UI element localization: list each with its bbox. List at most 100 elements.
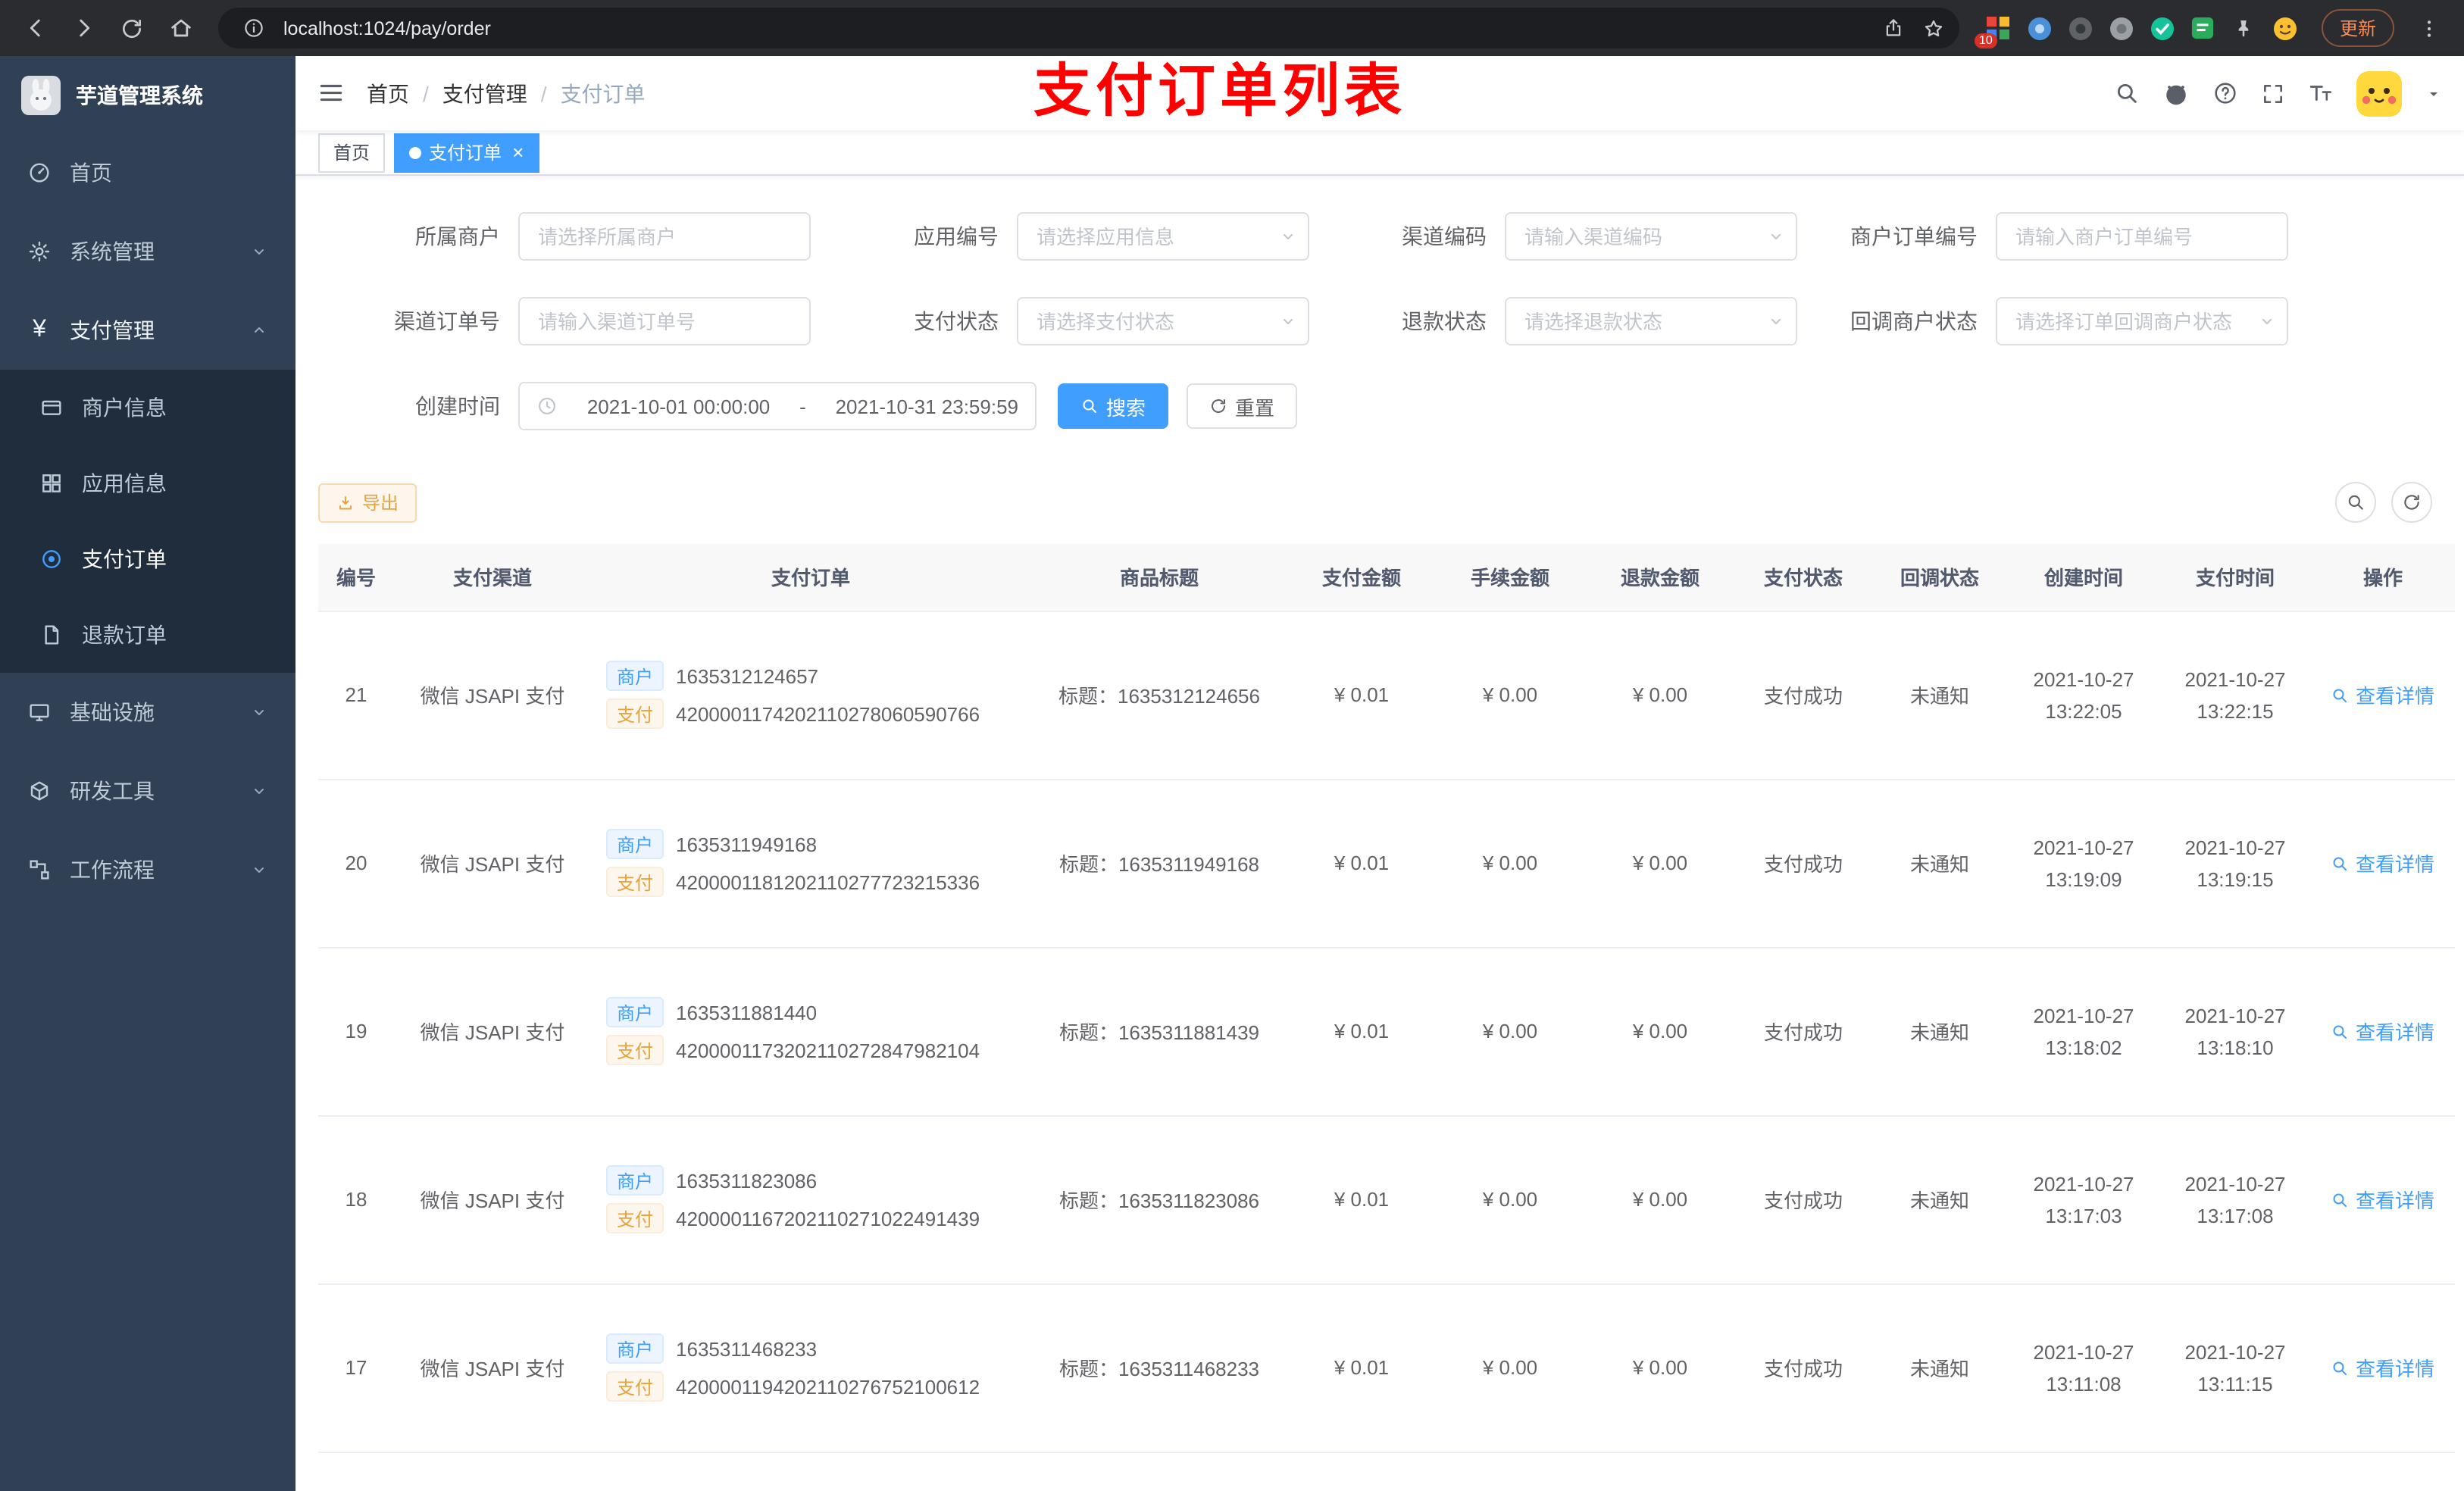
date-end[interactable]: 2021-10-31 23:59:59 xyxy=(836,395,1018,417)
date-start[interactable]: 2021-10-01 00:00:00 xyxy=(587,395,770,417)
filter-label-create-time: 创建时间 xyxy=(415,394,500,418)
sidebar-item-app-info[interactable]: 应用信息 xyxy=(0,445,295,521)
site-info-icon[interactable] xyxy=(233,11,273,45)
app-select[interactable] xyxy=(1017,212,1309,261)
merchant-select[interactable] xyxy=(518,212,811,261)
extension-pin-icon[interactable] xyxy=(2231,14,2258,42)
tab-active-dot xyxy=(409,146,422,158)
cell-amount: ¥ 0.01 xyxy=(1288,779,1435,948)
sidebar-item-merchant-info[interactable]: 商户信息 xyxy=(0,370,295,445)
extension-drop-icon[interactable] xyxy=(2026,14,2053,42)
cell-amount xyxy=(1288,1452,1435,1491)
chevron-down-icon xyxy=(250,242,268,261)
search-button[interactable]: 搜索 xyxy=(1058,383,1169,429)
github-icon[interactable] xyxy=(2162,80,2190,107)
hamburger-icon[interactable] xyxy=(317,79,346,108)
sidebar-item-devtool[interactable]: 研发工具 xyxy=(0,752,295,830)
table-row: 18 微信 JSAPI 支付 商户 1635311823086 支付 4200001… xyxy=(318,1115,2455,1284)
pay-status-select[interactable] xyxy=(1017,297,1309,345)
merchant-tag: 商户 xyxy=(606,1165,664,1196)
cell-refund: ¥ 0.00 xyxy=(1585,779,1735,948)
cell-created: 2021-10-27 13:17:03 xyxy=(2008,1115,2159,1284)
extension-check-circle-icon[interactable] xyxy=(2149,14,2176,42)
sidebar-item-home[interactable]: 首页 xyxy=(0,133,295,212)
refund-status-select[interactable] xyxy=(1505,297,1797,345)
chevron-up-icon xyxy=(250,321,268,339)
caret-down-icon[interactable] xyxy=(2425,84,2443,102)
font-size-icon[interactable] xyxy=(2308,80,2334,106)
cell-created: 2021-10-27 13:11:08 xyxy=(2008,1283,2159,1452)
forward-icon[interactable] xyxy=(61,5,106,51)
pay-tag: 支付 xyxy=(606,867,664,897)
refresh-table-button[interactable] xyxy=(2391,482,2432,523)
reload-icon[interactable] xyxy=(109,5,155,51)
sidebar-item-refund-order[interactable]: 退款订单 xyxy=(0,597,295,673)
filter-label-merchant: 所属商户 xyxy=(415,224,500,248)
home-icon[interactable] xyxy=(158,5,203,51)
breadcrumb-pay[interactable]: 支付管理 xyxy=(442,78,527,108)
app-logo: 芋道管理系统 xyxy=(0,56,295,133)
col-amount: 支付金额 xyxy=(1288,544,1435,611)
tab-home[interactable]: 首页 xyxy=(318,133,386,172)
reset-button-label: 重置 xyxy=(1235,396,1275,419)
share-icon[interactable] xyxy=(1875,11,1914,45)
cell-paid: 2021-10-27 13:11:15 xyxy=(2159,1283,2311,1452)
breadcrumb-separator: / xyxy=(423,81,429,105)
grid-icon xyxy=(39,471,64,495)
close-icon[interactable]: × xyxy=(512,142,524,162)
browser-menu-icon[interactable] xyxy=(2406,5,2452,51)
avatar[interactable] xyxy=(2356,70,2402,116)
merchant-no: 1635311823086 xyxy=(676,1169,818,1192)
channel-code-select[interactable] xyxy=(1505,212,1797,261)
cell-created xyxy=(2008,1452,2159,1491)
pay-tag: 支付 xyxy=(606,1035,664,1065)
view-detail-link[interactable]: 查看详情 xyxy=(2331,1185,2434,1214)
channel-order-no-input[interactable] xyxy=(518,297,811,345)
extension-chat-icon[interactable] xyxy=(2190,14,2217,42)
sidebar-item-pay-order[interactable]: 支付订单 xyxy=(0,521,295,597)
extension-dark-circle-icon[interactable] xyxy=(2067,14,2094,42)
cell-order: 商户 1635311949168 支付 4200001181202110277723… xyxy=(591,779,1030,948)
cell-notify xyxy=(1871,1452,2008,1491)
filter-label-refund-status: 退款状态 xyxy=(1402,309,1487,333)
view-detail-link[interactable]: 查看详情 xyxy=(2331,680,2434,709)
cell-id: 19 xyxy=(318,947,394,1116)
address-bar[interactable]: localhost:1024/pay/order xyxy=(218,8,1959,48)
sidebar-item-workflow[interactable]: 工作流程 xyxy=(0,830,295,909)
search-icon[interactable] xyxy=(2114,80,2140,106)
back-icon[interactable] xyxy=(12,5,58,51)
app-title: 芋道管理系统 xyxy=(76,83,203,107)
reset-button[interactable]: 重置 xyxy=(1187,383,1298,429)
breadcrumb-home[interactable]: 首页 xyxy=(367,78,409,108)
tab-pay-order[interactable]: 支付订单 × xyxy=(394,133,539,172)
update-button[interactable]: 更新 xyxy=(2321,9,2394,47)
cell-fee: ¥ 0.00 xyxy=(1435,947,1585,1116)
cell-order: 商户 1635311823086 支付 4200001167202110271022… xyxy=(591,1115,1030,1284)
merchant-order-no-input[interactable] xyxy=(1996,212,2288,261)
sidebar-item-system[interactable]: 系统管理 xyxy=(0,212,295,291)
pay-no: 4200001173202110272847982104 xyxy=(676,1039,980,1061)
sidebar-item-pay[interactable]: ¥ 支付管理 xyxy=(0,291,295,370)
tab-label: 首页 xyxy=(333,142,371,164)
navbar-actions xyxy=(2114,70,2443,116)
extension-gray-circle-icon[interactable] xyxy=(2108,14,2135,42)
cell-amount: ¥ 0.01 xyxy=(1288,1115,1435,1284)
export-button[interactable]: 导出 xyxy=(318,483,417,522)
callback-status-select[interactable] xyxy=(1996,297,2288,345)
view-detail-link[interactable]: 查看详情 xyxy=(2331,849,2434,877)
toggle-search-button[interactable] xyxy=(2335,482,2376,523)
cell-id: 21 xyxy=(318,611,394,780)
cell-id: 20 xyxy=(318,779,394,948)
view-detail-link[interactable]: 查看详情 xyxy=(2331,1353,2434,1382)
sidebar-item-infra[interactable]: 基础设施 xyxy=(0,673,295,752)
url-text[interactable]: localhost:1024/pay/order xyxy=(283,17,1875,39)
document-icon xyxy=(39,623,64,647)
cell-status: 支付成功 xyxy=(1735,947,1871,1116)
bookmark-star-icon[interactable] xyxy=(1914,11,1953,45)
docs-question-icon[interactable] xyxy=(2212,80,2238,106)
fullscreen-icon[interactable] xyxy=(2261,81,2285,105)
view-detail-link[interactable]: 查看详情 xyxy=(2331,1017,2434,1046)
extension-face-icon[interactable] xyxy=(2272,14,2299,42)
extension-puzzle-icon[interactable]: 10 xyxy=(1974,14,2012,48)
date-range-picker[interactable]: 2021-10-01 00:00:00 - 2021-10-31 23:59:5… xyxy=(518,382,1037,430)
